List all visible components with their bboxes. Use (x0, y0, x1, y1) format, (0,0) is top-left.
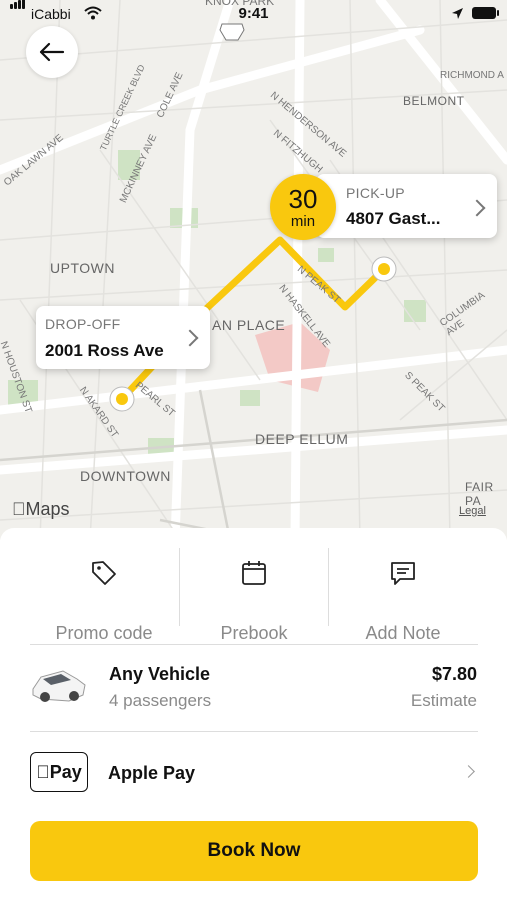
vehicle-name: Any Vehicle (109, 664, 211, 684)
map-label-fair-park: FAIR PA (465, 480, 494, 508)
status-bar: iCabbi 9:41 (0, 0, 507, 28)
battery-icon (472, 7, 496, 19)
price-estimate-label: Estimate (410, 691, 477, 710)
dropoff-marker (109, 386, 135, 412)
status-time: 9:41 (238, 5, 269, 22)
promo-code-label: Promo code (55, 623, 153, 643)
battery-tip-icon (497, 10, 499, 16)
eta-value: 30 (288, 184, 318, 214)
map-view[interactable]: UPTOWN DOWNTOWN DEEP ELLUM BELMONT AN PL… (0, 0, 507, 540)
tag-icon (92, 561, 116, 585)
pickup-address: 4807 Gast... (346, 209, 441, 228)
vehicle-row[interactable]: Any Vehicle 4 passengers $7.80 Estimate (0, 645, 507, 731)
map-label-uptown: UPTOWN (50, 260, 115, 276)
prebook-label: Prebook (220, 623, 288, 643)
pickup-marker (371, 256, 397, 282)
chevron-right-icon (181, 329, 199, 347)
vehicle-capacity: 4 passengers (109, 691, 212, 710)
map-label-downtown: DOWNTOWN (80, 468, 171, 484)
payment-method: Apple Pay (108, 763, 196, 783)
price: $7.80 (431, 664, 477, 684)
promo-code-button[interactable]: Promo code (29, 548, 179, 643)
legal-link[interactable]: Legal (459, 505, 486, 517)
eta-unit: min (290, 213, 316, 230)
calendar-icon (242, 561, 266, 585)
apple-logo-icon:  (12, 499, 26, 519)
add-note-label: Add Note (365, 623, 441, 643)
dropoff-address: 2001 Ross Ave (45, 341, 164, 360)
arrow-left-icon (39, 42, 65, 62)
pickup-callout[interactable]: PICK-UP 4807 Gast... (316, 174, 497, 238)
book-now-button[interactable]: Book Now (30, 821, 478, 881)
pickup-label: PICK-UP (346, 185, 405, 201)
note-icon (391, 562, 415, 585)
car-icon (32, 670, 86, 702)
add-note-button[interactable]: Add Note (328, 548, 478, 643)
booking-sheet: Promo code Prebook Add Note Any Vehicle … (0, 528, 507, 900)
apple-pay-badge: Pay (30, 752, 88, 792)
location-arrow-icon (452, 8, 463, 19)
map-label-an-place: AN PLACE (212, 317, 286, 333)
back-button[interactable] (26, 26, 78, 78)
prebook-button[interactable]: Prebook (179, 548, 329, 643)
chevron-right-icon (462, 765, 475, 778)
eta-badge: 30 min (270, 174, 336, 240)
maps-logo-text: Maps (12, 499, 70, 519)
chevron-right-icon (468, 199, 486, 217)
dropoff-callout[interactable]: DROP-OFF 2001 Ross Ave (36, 306, 210, 369)
apple-logo-icon:  (36, 762, 50, 783)
map-label-richmond: RICHMOND A (440, 70, 504, 81)
apple-pay-badge-text: Pay (42, 761, 82, 782)
map-label-belmont: BELMONT (403, 94, 465, 108)
map-label-deep-ellum: DEEP ELLUM (255, 431, 349, 447)
payment-row[interactable]: Pay Apple Pay (0, 732, 507, 814)
apple-maps-logo: Maps (12, 499, 70, 520)
dropoff-label: DROP-OFF (45, 316, 121, 332)
